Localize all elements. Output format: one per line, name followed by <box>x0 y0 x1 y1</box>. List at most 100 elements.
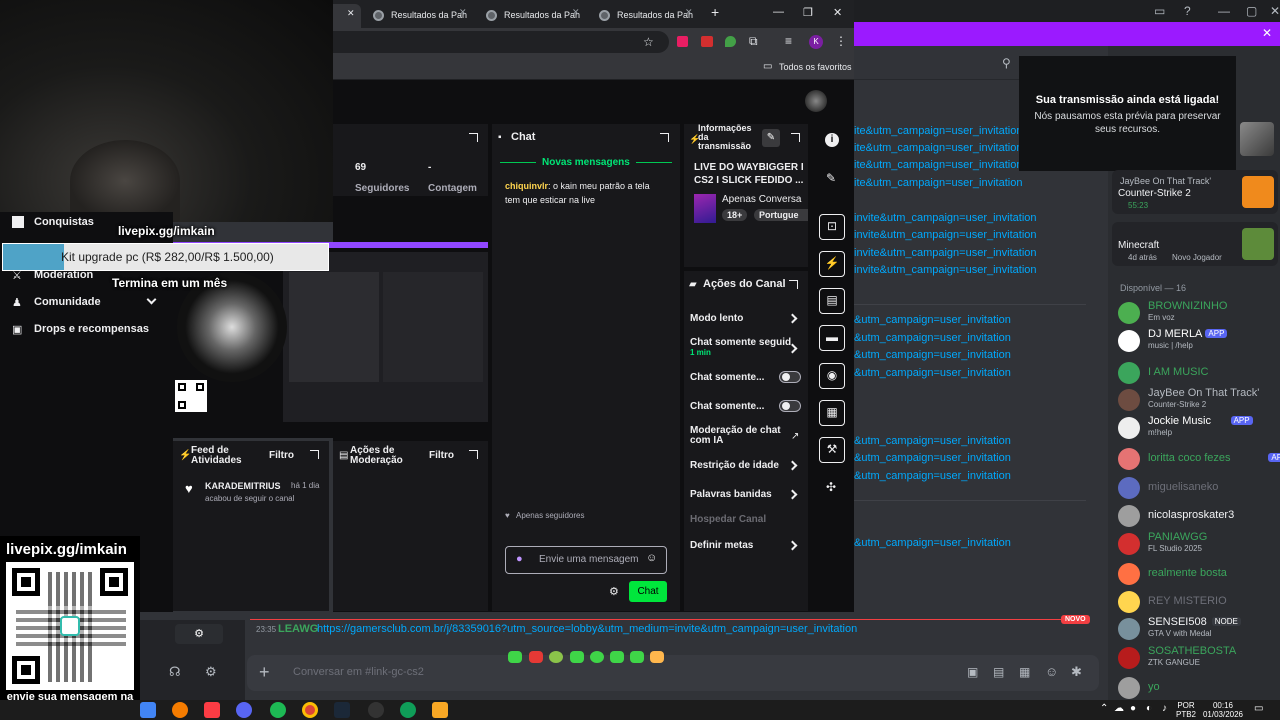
address-bar[interactable] <box>333 31 669 53</box>
shield-extension-icon[interactable] <box>725 36 736 47</box>
banned-words-action[interactable]: Palavras banidas <box>690 489 802 500</box>
spotify-icon[interactable] <box>270 702 286 718</box>
popout-icon[interactable] <box>789 280 798 289</box>
file-explorer-icon[interactable] <box>140 702 156 718</box>
category-art[interactable] <box>694 194 716 223</box>
member-item[interactable]: SOSATHEBOSTA ZTK GANGUE <box>1118 645 1278 669</box>
discord-taskbar-icon[interactable] <box>236 702 252 718</box>
close-banner-icon[interactable]: ✕ <box>1262 26 1272 40</box>
activity-card[interactable]: JayBee On That Track' Counter-Strike 2 5… <box>1112 170 1278 214</box>
message-link[interactable]: &utm_campaign=user_invitation <box>854 367 1011 379</box>
edit-icon[interactable]: ✎ <box>762 129 780 147</box>
member-item[interactable]: I AM MUSIC <box>1118 360 1278 384</box>
broadcast-icon[interactable]: ◉ <box>819 363 845 389</box>
member-item[interactable]: loritta coco fezes APP <box>1118 446 1280 470</box>
message-link[interactable]: ite&utm_campaign=user_invitation <box>854 125 1022 137</box>
message-link[interactable]: &utm_campaign=user_invitation <box>854 470 1011 482</box>
maximize-icon[interactable]: ▢ <box>1246 4 1257 18</box>
emoji-icon[interactable]: ☺ <box>1045 664 1058 679</box>
extension-icon[interactable] <box>677 36 688 47</box>
message-link[interactable]: ite&utm_campaign=user_invitation <box>854 177 1022 189</box>
extensions-puzzle-icon[interactable]: ⧉ <box>749 34 758 49</box>
screen-share-icon[interactable]: ⚙ <box>175 624 223 644</box>
message-link[interactable]: invite&utm_campaign=user_invitation <box>854 212 1037 224</box>
clock[interactable]: 00:16 01/03/2026 <box>1200 701 1246 719</box>
new-tab-icon[interactable]: + <box>711 4 719 20</box>
all-bookmarks-link[interactable]: Todos os favoritos <box>779 62 852 72</box>
member-item[interactable]: PANIAWGG FL Studio 2025 <box>1118 531 1278 555</box>
tray-icon[interactable]: ☁ <box>1114 703 1124 714</box>
emote-icon[interactable] <box>630 651 644 663</box>
message-link[interactable]: invite&utm_campaign=user_invitation <box>854 229 1037 241</box>
layout-icon[interactable]: ▦ <box>819 400 845 426</box>
emote-icon[interactable] <box>549 651 563 663</box>
nav-achievements[interactable]: Conquistas <box>34 216 94 228</box>
chevron-down-icon[interactable] <box>146 294 157 305</box>
member-item[interactable]: BROWNIZINHO Em voz <box>1118 300 1278 324</box>
close-tab-icon[interactable]: ✕ <box>459 7 467 18</box>
filter-button[interactable]: Filtro <box>269 450 294 461</box>
external-link-icon[interactable]: ↗ <box>791 431 799 442</box>
sticker-icon[interactable]: ▦ <box>1019 665 1030 679</box>
nav-drops[interactable]: Drops e recompensas <box>34 323 149 335</box>
message-link[interactable]: &utm_campaign=user_invitation <box>854 452 1011 464</box>
member-item[interactable]: nicolasproskater3 <box>1118 503 1278 527</box>
emote-icon[interactable] <box>570 651 584 663</box>
member-item[interactable]: SENSEI508 NODE GTA V with Medal <box>1118 616 1278 640</box>
volume-icon[interactable]: ♪ <box>1162 703 1167 714</box>
wrench-icon[interactable]: ⚒ <box>819 437 845 463</box>
emote-icon[interactable] <box>508 651 522 663</box>
member-item[interactable]: yo <box>1118 675 1278 699</box>
media-icon[interactable]: ≡ <box>785 34 792 48</box>
tray-icon[interactable]: ◐ <box>1146 703 1152 714</box>
close-tab-icon[interactable]: ✕ <box>685 7 693 18</box>
ai-moderation-action[interactable]: Moderação de chat com IA <box>690 426 782 446</box>
notifications-icon[interactable]: ▭ <box>1254 703 1263 714</box>
chat-input[interactable]: ● Envie uma mensagem ☺ <box>505 546 667 574</box>
close-window-icon[interactable]: ✕ <box>1270 4 1280 18</box>
message-link[interactable]: invite&utm_campaign=user_invitation <box>854 264 1037 276</box>
close-window-icon[interactable]: ✕ <box>833 6 842 19</box>
tag-age[interactable]: 18+ <box>722 209 748 221</box>
profile-avatar[interactable]: K <box>809 35 823 49</box>
send-chat-button[interactable]: Chat <box>629 581 667 602</box>
member-item[interactable]: miguelisaneko <box>1118 475 1278 499</box>
notes-icon[interactable]: ▤ <box>819 288 845 314</box>
emote-icon[interactable] <box>650 651 664 663</box>
browser-icon[interactable] <box>172 702 188 718</box>
info-icon[interactable]: i <box>825 133 839 147</box>
lightning-icon[interactable]: ⚡ <box>819 251 845 277</box>
member-item[interactable]: realmente bosta <box>1118 561 1278 585</box>
member-item[interactable]: Jockie Music APP m!help <box>1118 415 1278 439</box>
message-composer[interactable]: + Conversar em #link-gc-cs2 ▣ ▤ ▦ ☺ ✱ <box>247 655 1099 691</box>
chrome-taskbar-icon[interactable] <box>302 702 318 718</box>
extensions-icon[interactable]: ✣ <box>826 480 836 494</box>
message-author[interactable]: LEAWG <box>278 623 318 635</box>
pin-icon[interactable]: ⚲ <box>1002 56 1011 70</box>
inbox-icon[interactable]: ▭ <box>1154 4 1165 18</box>
chat-only-toggle[interactable] <box>779 400 801 412</box>
message-link[interactable]: ite&utm_campaign=user_invitation <box>854 142 1022 154</box>
emoji-icon[interactable]: ☺ <box>646 552 657 564</box>
menu-icon[interactable]: ⋮ <box>835 34 847 48</box>
settings-icon[interactable]: ⚙ <box>609 585 619 598</box>
followers-only-action[interactable]: Chat somente seguid 1 min <box>690 337 802 357</box>
app-icon[interactable] <box>400 702 416 718</box>
set-goals-action[interactable]: Definir metas <box>690 540 802 551</box>
popout-icon[interactable] <box>791 133 800 142</box>
message-link[interactable]: &utm_campaign=user_invitation <box>854 349 1011 361</box>
member-item[interactable]: REY MISTERIO <box>1118 589 1278 613</box>
message-link[interactable]: invite&utm_campaign=user_invitation <box>854 247 1037 259</box>
app-icon[interactable] <box>432 702 448 718</box>
popout-icon[interactable] <box>310 450 319 459</box>
tray-chevron-icon[interactable]: ⌃ <box>1100 703 1108 714</box>
music-icon[interactable] <box>204 702 220 718</box>
help-icon[interactable]: ? <box>1184 4 1191 18</box>
category-name[interactable]: Apenas Conversa <box>722 194 808 205</box>
add-attachment-icon[interactable]: + <box>259 662 270 683</box>
slow-mode-action[interactable]: Modo lento <box>690 313 802 324</box>
apps-icon[interactable]: ✱ <box>1071 664 1082 680</box>
filter-button[interactable]: Filtro <box>429 450 454 461</box>
clip-icon[interactable]: ⊡ <box>819 214 845 240</box>
emote-icon[interactable] <box>529 651 543 663</box>
